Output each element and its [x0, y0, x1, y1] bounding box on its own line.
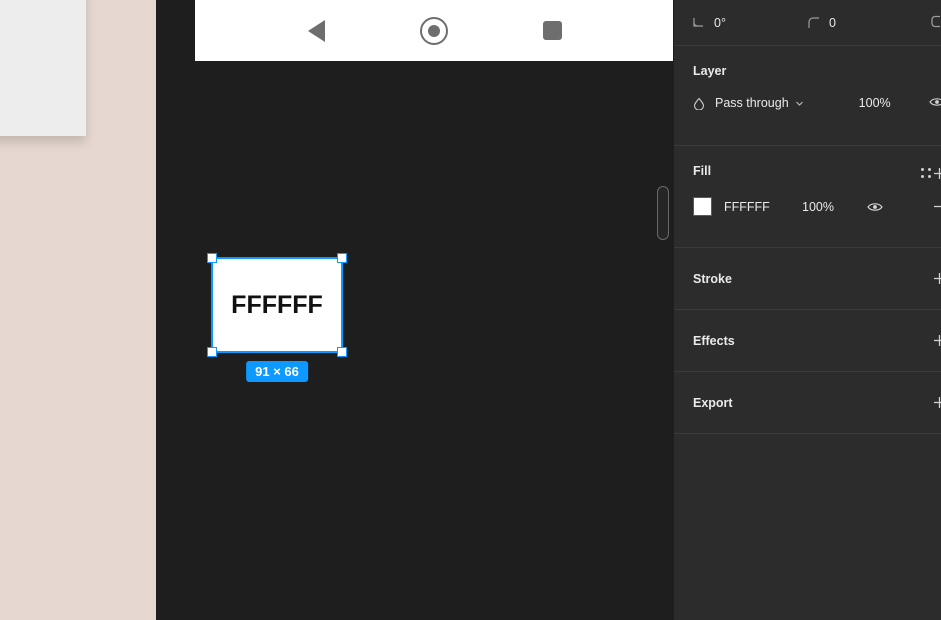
layer-section: Layer Pass through 100% [674, 46, 941, 146]
vertical-resize-handle[interactable] [657, 186, 669, 240]
design-canvas[interactable]: FFFFFF 91 × 66 [156, 0, 674, 620]
fill-section: Fill FFFFFF 100% [674, 146, 941, 248]
rectangle-label: FFFFFF [231, 290, 323, 319]
blend-mode-icon [693, 97, 715, 110]
selection-size-badge: 91 × 66 [246, 361, 308, 382]
corner-radius-value: 0 [829, 15, 836, 30]
layer-title: Layer [693, 64, 727, 78]
selection-group[interactable]: FFFFFF 91 × 66 [207, 253, 347, 382]
blend-mode-value[interactable]: Pass through [715, 96, 789, 110]
remove-fill-icon[interactable] [931, 200, 941, 213]
export-title: Export [693, 395, 733, 410]
triangle-back-icon [307, 19, 325, 42]
add-effect-plus-icon[interactable] [931, 334, 941, 347]
square-recents-icon [542, 21, 562, 40]
left-floating-panel [0, 0, 86, 136]
rotation-angle-icon [692, 16, 705, 29]
rotation-field[interactable]: 0° [692, 16, 807, 30]
stroke-section: Stroke [674, 248, 941, 310]
selection-handle-bottom-left[interactable] [207, 347, 217, 357]
properties-panel: 0° 0 Layer Pass through 100% Fill FFFFFF… [674, 0, 941, 620]
add-stroke-plus-icon[interactable] [931, 272, 941, 285]
fill-visibility-eye-icon[interactable] [867, 201, 883, 213]
selected-rectangle[interactable]: FFFFFF [207, 253, 347, 357]
independent-corners-icon[interactable] [930, 14, 941, 31]
fill-row: FFFFFF 100% [674, 197, 941, 216]
add-fill-plus-icon[interactable] [931, 167, 941, 180]
app-root: FFFFFF 91 × 66 0° 0 Layer Pass through 1… [0, 0, 941, 620]
selection-handle-top-right[interactable] [337, 253, 347, 263]
layer-opacity-value[interactable]: 100% [859, 96, 891, 110]
effects-title: Effects [693, 333, 735, 348]
nav-recents-button[interactable] [493, 21, 611, 40]
transform-section: 0° 0 [674, 0, 941, 46]
corner-radius-field[interactable]: 0 [807, 16, 907, 30]
fill-color-swatch[interactable] [693, 197, 712, 216]
export-section: Export [674, 372, 941, 434]
fill-hex-value[interactable]: FFFFFF [724, 200, 802, 214]
stroke-title: Stroke [693, 271, 732, 286]
nav-back-button[interactable] [257, 19, 375, 42]
fill-section-header: Fill [674, 164, 941, 180]
circle-home-icon [420, 16, 448, 45]
nav-home-button[interactable] [375, 16, 493, 45]
layer-visibility-eye-icon[interactable] [929, 96, 941, 111]
effects-section: Effects [674, 310, 941, 372]
layer-section-header: Layer [674, 64, 941, 78]
add-export-plus-icon[interactable] [931, 396, 941, 409]
corner-radius-icon [807, 16, 820, 29]
fill-opacity-value[interactable]: 100% [802, 200, 834, 214]
layer-blend-row: Pass through 100% [674, 96, 941, 110]
selection-handle-bottom-right[interactable] [337, 347, 347, 357]
rotation-value: 0° [714, 15, 726, 30]
selection-handle-top-left[interactable] [207, 253, 217, 263]
fill-title: Fill [693, 164, 712, 178]
android-navigation-bar[interactable] [195, 0, 673, 61]
chevron-down-icon[interactable] [794, 98, 805, 109]
